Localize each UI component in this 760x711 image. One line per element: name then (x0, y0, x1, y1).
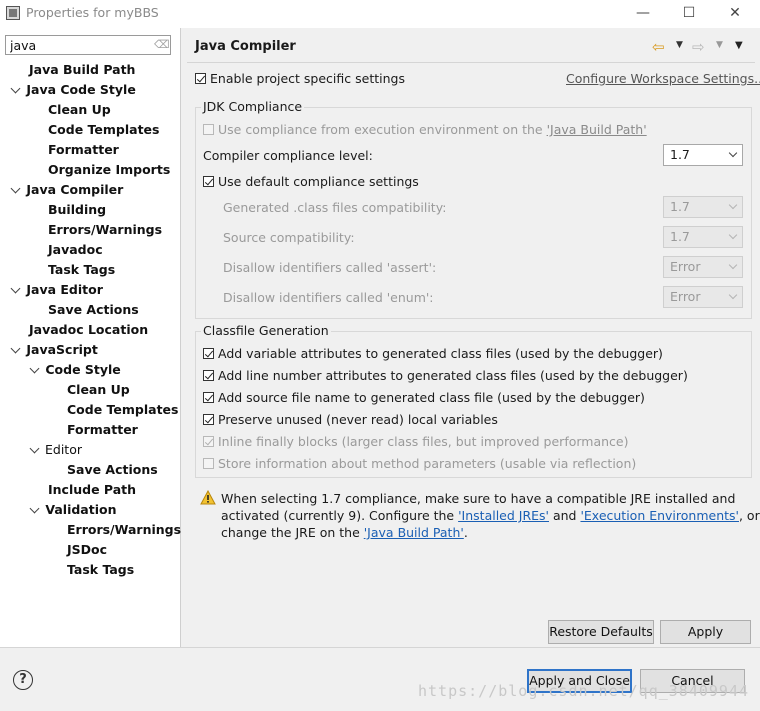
preference-tree: Java Build Path Java Code Style Clean Up… (10, 60, 181, 580)
tree-item-js-save-actions[interactable]: Save Actions (10, 460, 180, 480)
generated-compat-label: Generated .class files compatibility: (223, 200, 447, 215)
forward-arrow-icon[interactable]: ⇨ (692, 38, 705, 56)
checkbox-disabled-icon[interactable] (203, 458, 214, 469)
tree-item-js-editor[interactable]: Editor (10, 440, 180, 460)
use-default-compliance-checkbox[interactable]: Use default compliance settings (203, 174, 419, 189)
tree-item-java-code-style[interactable]: Java Code Style (10, 80, 180, 100)
tree-item-formatter[interactable]: Formatter (10, 140, 180, 160)
classfile-generation-title: Classfile Generation (201, 323, 331, 338)
preserve-unused-checkbox[interactable]: Preserve unused (never read) local varia… (203, 412, 498, 427)
forward-dropdown-icon[interactable]: ▼ (716, 40, 723, 50)
enum-identifier-label: Disallow identifiers called 'enum': (223, 290, 434, 305)
generated-compat-select[interactable]: 1.7 (663, 196, 743, 218)
clear-filter-icon[interactable]: ⌫ (154, 38, 170, 51)
tree-item-include-path[interactable]: Include Path (10, 480, 180, 500)
chevron-down-icon (728, 200, 738, 210)
checkbox-checked-icon[interactable] (203, 348, 214, 359)
chevron-down-icon (728, 230, 738, 240)
tree-item-js-code-templates[interactable]: Code Templates (10, 400, 180, 420)
checkbox-checked-icon[interactable] (195, 73, 206, 84)
assert-identifier-select[interactable]: Error (663, 256, 743, 278)
installed-jres-link[interactable]: 'Installed JREs' (458, 508, 549, 523)
tree-item-jsdoc[interactable]: JSDoc (10, 540, 180, 560)
close-button[interactable]: ✕ (712, 0, 758, 28)
store-method-parameters-checkbox[interactable]: Store information about method parameter… (203, 456, 636, 471)
tree-item-javadoc[interactable]: Javadoc (10, 240, 180, 260)
add-variable-attributes-checkbox[interactable]: Add variable attributes to generated cla… (203, 346, 663, 361)
restore-defaults-button[interactable]: Restore Defaults (548, 620, 654, 644)
view-menu-icon[interactable]: ▼ (735, 40, 743, 51)
tree-item-js-errors-warnings[interactable]: Errors/Warnings (10, 520, 181, 540)
help-icon[interactable]: ? (13, 670, 33, 690)
chevron-down-icon (728, 260, 738, 270)
minimize-button[interactable]: — (620, 0, 666, 28)
expand-chevron-icon[interactable] (10, 282, 22, 294)
window-title: Properties for myBBS (26, 5, 159, 20)
tree-item-clean-up[interactable]: Clean Up (10, 100, 180, 120)
tree-item-organize-imports[interactable]: Organize Imports (10, 160, 180, 180)
tree-item-validation[interactable]: Validation (10, 500, 180, 520)
page-title: Java Compiler (195, 39, 296, 54)
inline-finally-checkbox[interactable]: Inline finally blocks (larger class file… (203, 434, 629, 449)
maximize-button[interactable]: ☐ (666, 0, 712, 28)
tree-item-js-task-tags[interactable]: Task Tags (10, 560, 180, 580)
enable-specific-checkbox[interactable]: Enable project specific settings (195, 71, 405, 86)
watermark-text: https://blog.csdn.net/qq_38409944 (418, 682, 750, 700)
java-build-path-link-disabled: 'Java Build Path' (546, 122, 647, 137)
expand-chevron-icon[interactable] (29, 442, 41, 454)
warning-line-3: change the JRE on the 'Java Build Path'. (221, 525, 468, 540)
checkbox-checked-icon[interactable] (203, 392, 214, 403)
checkbox-checked-icon[interactable] (203, 176, 214, 187)
tree-item-code-templates[interactable]: Code Templates (10, 120, 180, 140)
tree-item-save-actions[interactable]: Save Actions (10, 300, 180, 320)
tree-item-java-editor[interactable]: Java Editor (10, 280, 180, 300)
header-separator (187, 62, 755, 63)
tree-item-javadoc-location[interactable]: Javadoc Location (10, 320, 180, 340)
back-dropdown-icon[interactable]: ▼ (676, 40, 683, 50)
source-compat-select[interactable]: 1.7 (663, 226, 743, 248)
expand-chevron-icon[interactable] (10, 82, 22, 94)
warning-icon (200, 490, 216, 505)
compliance-level-select[interactable]: 1.7 (663, 144, 743, 166)
checkbox-checked-icon[interactable] (203, 370, 214, 381)
tree-item-js-code-style[interactable]: Code Style (10, 360, 180, 380)
expand-chevron-icon[interactable] (10, 182, 22, 194)
enum-identifier-select[interactable]: Error (663, 286, 743, 308)
warning-line-1: When selecting 1.7 compliance, make sure… (221, 491, 736, 506)
chevron-down-icon (728, 148, 738, 158)
warning-line-2: activated (currently 9). Configure the '… (221, 508, 760, 523)
use-compliance-ee-checkbox[interactable]: Use compliance from execution environmen… (203, 122, 647, 137)
add-source-file-name-checkbox[interactable]: Add source file name to generated class … (203, 390, 645, 405)
add-line-number-checkbox[interactable]: Add line number attributes to generated … (203, 368, 688, 383)
eclipse-app-icon (6, 6, 20, 20)
tree-item-errors-warnings[interactable]: Errors/Warnings (10, 220, 180, 240)
expand-chevron-icon[interactable] (29, 362, 41, 374)
apply-button[interactable]: Apply (660, 620, 751, 644)
tree-item-java-compiler[interactable]: Java Compiler (10, 180, 180, 200)
tree-item-building[interactable]: Building (10, 200, 180, 220)
back-arrow-icon[interactable]: ⇦ (652, 38, 665, 56)
checkbox-disabled-icon[interactable] (203, 124, 214, 135)
chevron-down-icon (728, 290, 738, 300)
checkbox-checked-icon[interactable] (203, 414, 214, 425)
filter-input[interactable] (5, 35, 171, 55)
configure-workspace-link[interactable]: Configure Workspace Settings... (566, 71, 760, 86)
tree-item-js-formatter[interactable]: Formatter (10, 420, 180, 440)
tree-item-java-build-path[interactable]: Java Build Path (10, 60, 180, 80)
execution-environments-link[interactable]: 'Execution Environments' (580, 508, 739, 523)
checkbox-disabled-checked-icon[interactable] (203, 436, 214, 447)
jdk-compliance-title: JDK Compliance (201, 99, 305, 114)
compliance-level-label: Compiler compliance level: (203, 148, 373, 163)
expand-chevron-icon[interactable] (10, 342, 22, 354)
tree-item-javascript[interactable]: JavaScript (10, 340, 180, 360)
java-build-path-link[interactable]: 'Java Build Path' (364, 525, 464, 540)
assert-identifier-label: Disallow identifiers called 'assert': (223, 260, 437, 275)
source-compat-label: Source compatibility: (223, 230, 355, 245)
expand-chevron-icon[interactable] (29, 502, 41, 514)
tree-item-js-clean-up[interactable]: Clean Up (10, 380, 180, 400)
tree-item-task-tags[interactable]: Task Tags (10, 260, 180, 280)
